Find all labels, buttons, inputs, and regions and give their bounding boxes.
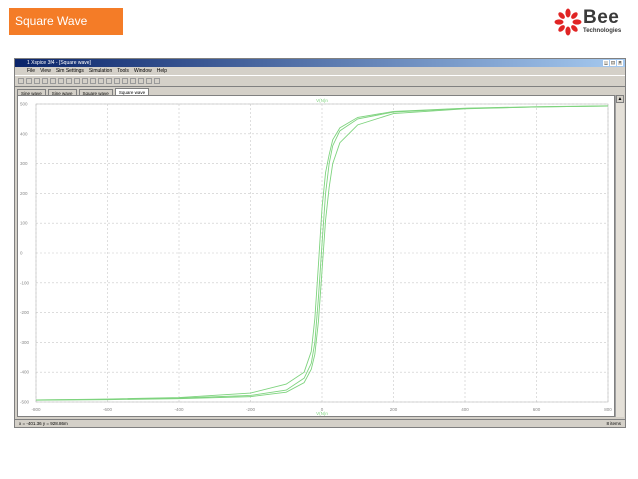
menu-bar: File View Sim Settings Simulation Tools … — [15, 67, 625, 75]
menu-help[interactable]: Help — [157, 67, 167, 75]
chart-title: V(N)n — [316, 98, 328, 103]
x-tick-label: 800 — [604, 407, 612, 412]
menu-sim-settings[interactable]: Sim Settings — [56, 67, 84, 75]
menu-simulation[interactable]: Simulation — [89, 67, 112, 75]
copy-icon[interactable] — [50, 78, 56, 84]
simulator-window: 1 Xspice 3f4 - [Square wave] _ □ × File … — [14, 58, 626, 428]
x-tick-label: -400 — [174, 407, 184, 412]
x-tick-label: -800 — [31, 407, 41, 412]
cursor-readout: x = -401.36 y = 928.86m — [19, 421, 68, 426]
hysteresis-chart: -800 -600 -400 -200 0 200 400 600 800 -500 -400 -30… — [20, 98, 612, 416]
help-icon[interactable] — [154, 78, 160, 84]
y-tick-label: -500 — [20, 400, 30, 405]
y-tick-label: -200 — [20, 310, 30, 315]
x-axis-label: V(N)n — [316, 411, 328, 416]
status-bar: x = -401.36 y = 928.86m 8 items — [15, 419, 625, 427]
settings-icon[interactable] — [146, 78, 152, 84]
zoom-fit-icon[interactable] — [82, 78, 88, 84]
window-title: 1 Xspice 3f4 - [Square wave] — [27, 60, 91, 66]
vertical-scrollbar[interactable]: ▲ — [615, 95, 624, 417]
minimize-button[interactable]: _ — [603, 59, 609, 66]
close-button[interactable]: × — [617, 59, 623, 66]
y-tick-label: 500 — [20, 102, 28, 107]
scroll-up-icon[interactable]: ▲ — [616, 95, 624, 103]
x-tick-label: 400 — [461, 407, 469, 412]
y-tick-label: 200 — [20, 191, 28, 196]
y-tick-label: 100 — [20, 221, 28, 226]
save-icon[interactable] — [34, 78, 40, 84]
cut-icon[interactable] — [42, 78, 48, 84]
stop-icon[interactable] — [122, 78, 128, 84]
flower-icon — [554, 8, 582, 36]
y-tick-label: -300 — [20, 340, 30, 345]
run-icon[interactable] — [114, 78, 120, 84]
maximize-button[interactable]: □ — [610, 59, 616, 66]
grid-icon[interactable] — [90, 78, 96, 84]
window-titlebar: 1 Xspice 3f4 - [Square wave] _ □ × — [15, 59, 625, 67]
zoom-out-icon[interactable] — [74, 78, 80, 84]
plot-area[interactable]: -800 -600 -400 -200 0 200 400 600 800 -500 -400 -30… — [17, 95, 615, 417]
open-icon[interactable] — [26, 78, 32, 84]
menu-file[interactable]: File — [27, 67, 35, 75]
y-tick-label: -100 — [20, 280, 30, 285]
x-tick-label: 200 — [390, 407, 398, 412]
x-tick-label: 600 — [533, 407, 541, 412]
new-icon[interactable] — [18, 78, 24, 84]
menu-tools[interactable]: Tools — [117, 67, 129, 75]
zoom-in-icon[interactable] — [66, 78, 72, 84]
bee-technologies-logo: Bee Technologies — [553, 6, 633, 38]
y-tick-label: 400 — [20, 131, 28, 136]
slide-title: Square Wave — [9, 8, 123, 35]
logo-subtitle: Technologies — [583, 28, 622, 34]
cursor-icon[interactable] — [98, 78, 104, 84]
y-tick-label: -400 — [20, 370, 30, 375]
toolbar — [15, 75, 625, 87]
logo-wordmark: Bee — [583, 7, 620, 28]
y-tick-label: 0 — [20, 251, 23, 256]
x-tick-label: -200 — [246, 407, 256, 412]
menu-view[interactable]: View — [40, 67, 51, 75]
print-icon[interactable] — [130, 78, 136, 84]
y-tick-label: 300 — [20, 161, 28, 166]
x-tick-label: -600 — [103, 407, 113, 412]
status-count: 8 items — [606, 421, 621, 426]
probe-icon[interactable] — [106, 78, 112, 84]
menu-window[interactable]: Window — [134, 67, 152, 75]
paste-icon[interactable] — [58, 78, 64, 84]
measure-icon[interactable] — [138, 78, 144, 84]
